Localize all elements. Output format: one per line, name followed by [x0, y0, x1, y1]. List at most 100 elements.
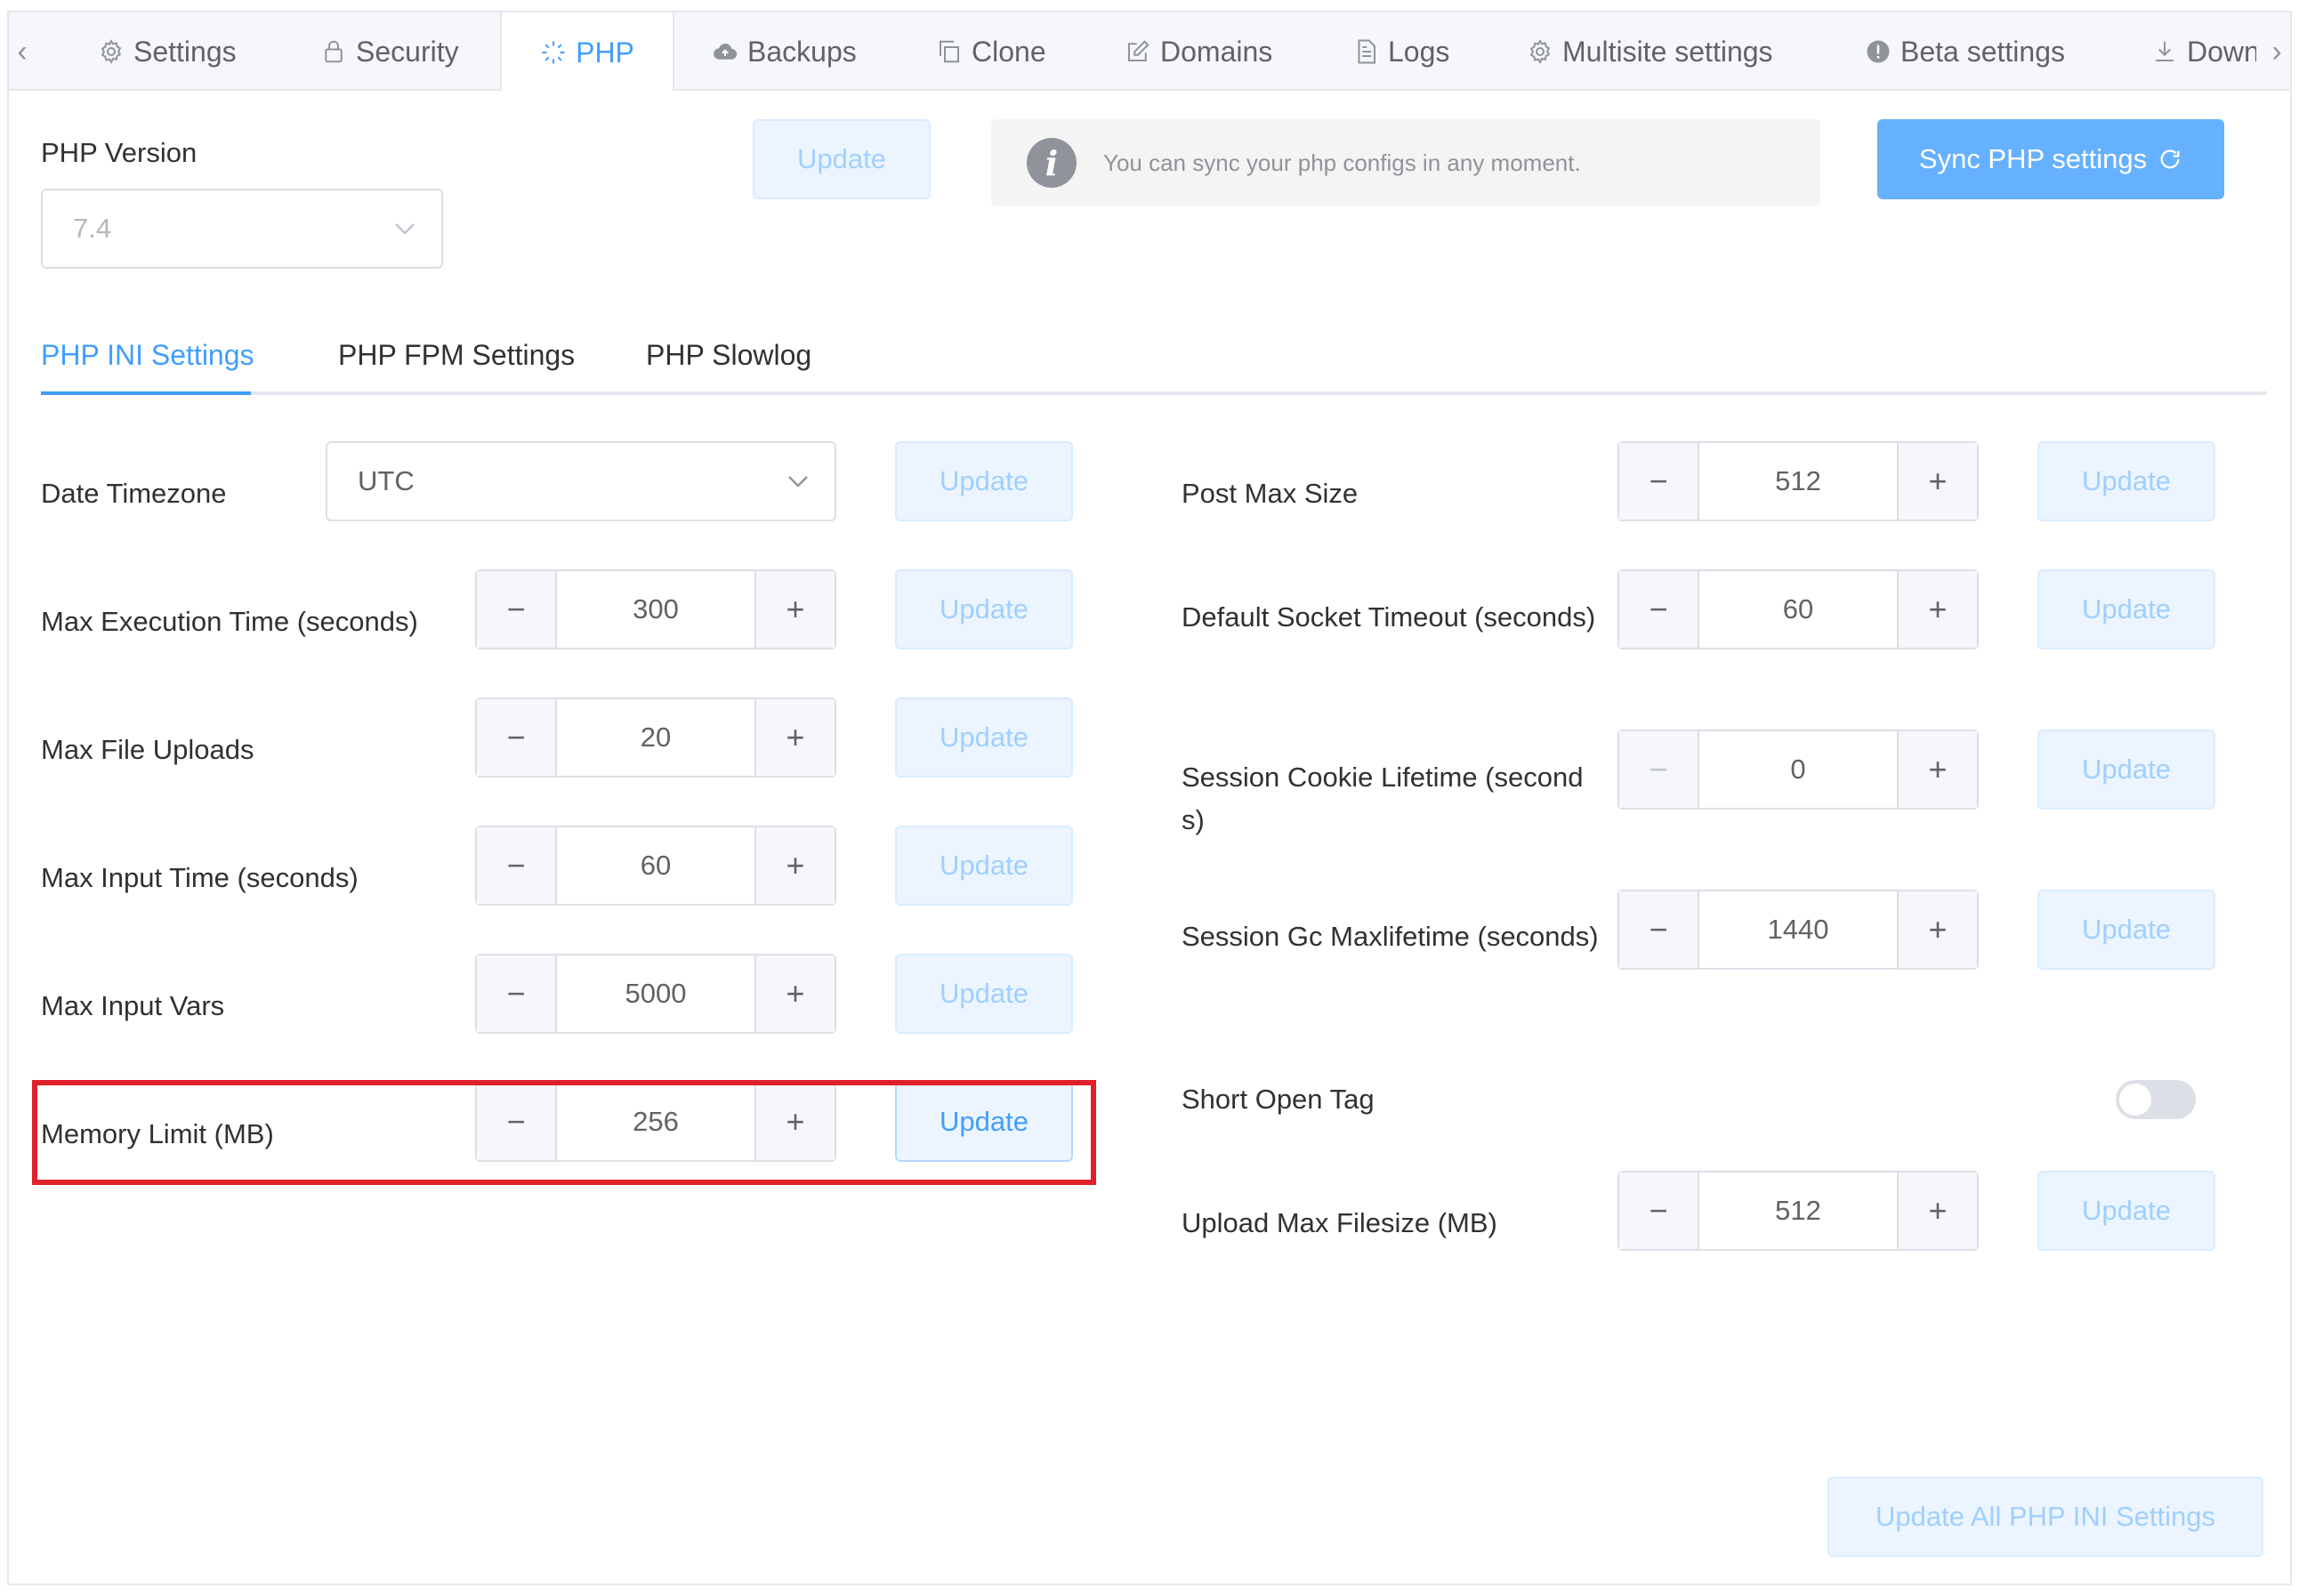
sync-button-label: Sync PHP settings: [1918, 143, 2148, 174]
date-timezone-select[interactable]: UTC: [326, 441, 836, 521]
php-version-value: 7.4: [73, 213, 112, 244]
php-version-label: PHP Version: [41, 137, 198, 168]
increment-button[interactable]: +: [1897, 891, 1977, 968]
tabs-scroll-right-icon[interactable]: ›: [2263, 12, 2290, 91]
sync-php-settings-button[interactable]: Sync PHP settings: [1877, 119, 2224, 199]
tab-security[interactable]: Security: [320, 12, 459, 91]
date-timezone-label: Date Timezone: [41, 478, 227, 509]
refresh-icon: [2160, 149, 2180, 169]
tab-label: Security: [356, 35, 459, 68]
stepper-value[interactable]: 5000: [557, 955, 754, 1032]
lock-icon: [325, 40, 343, 63]
stepper-value[interactable]: 512: [1699, 1173, 1897, 1249]
increment-button[interactable]: +: [754, 827, 835, 904]
memory-limit-stepper: − 256 +: [475, 1082, 836, 1162]
default-socket-timeout-update-button: Update: [2037, 569, 2215, 649]
decrement-button[interactable]: −: [1619, 443, 1699, 520]
upload-max-filesize-label: Upload Max Filesize (MB): [1182, 1207, 1497, 1238]
short-open-tag-label: Short Open Tag: [1182, 1084, 1375, 1115]
tab-beta-settings[interactable]: Beta settings: [1865, 12, 2065, 91]
max-execution-time-update-button: Update: [895, 569, 1073, 649]
tab-label: Clone: [972, 35, 1046, 68]
stepper-value[interactable]: 1440: [1699, 891, 1897, 968]
increment-button[interactable]: +: [754, 955, 835, 1032]
session-cookie-lifetime-label: Session Cookie Lifetime (seconds): [1182, 762, 1584, 835]
subtab-php-slowlog[interactable]: PHP Slowlog: [646, 315, 811, 395]
php-sub-tabs: PHP INI Settings PHP FPM Settings PHP Sl…: [41, 315, 2267, 395]
post-max-size-label: Post Max Size: [1182, 478, 1359, 509]
date-timezone-update-button: Update: [895, 441, 1073, 521]
active-subtab-indicator: [41, 391, 251, 395]
subtab-php-fpm-settings[interactable]: PHP FPM Settings: [338, 315, 575, 395]
short-open-tag-switch[interactable]: [2116, 1080, 2196, 1119]
tab-download[interactable]: Down: [2151, 12, 2256, 91]
post-max-size-update-button: Update: [2037, 441, 2215, 521]
tab-label: Beta settings: [1900, 35, 2065, 68]
tab-label: Down: [2187, 35, 2256, 68]
stepper-value[interactable]: 0: [1699, 731, 1897, 808]
increment-button[interactable]: +: [754, 1084, 835, 1160]
tab-domains[interactable]: Domains: [1125, 12, 1272, 91]
decrement-button[interactable]: −: [1619, 891, 1699, 968]
tab-php[interactable]: PHP: [500, 12, 674, 91]
copy-icon: [940, 40, 959, 63]
stepper-value[interactable]: 60: [557, 827, 754, 904]
decrement-button[interactable]: −: [1619, 571, 1699, 648]
memory-limit-update-button[interactable]: Update: [895, 1082, 1073, 1162]
max-execution-time-stepper: − 300 +: [475, 569, 836, 649]
chevron-down-icon: [395, 223, 415, 235]
gear-icon: [101, 39, 122, 64]
sync-info-alert: i You can sync your php configs in any m…: [991, 119, 1820, 206]
tab-clone[interactable]: Clone: [936, 12, 1046, 91]
session-cookie-lifetime-update-button: Update: [2037, 729, 2215, 810]
increment-button[interactable]: +: [1897, 1173, 1977, 1249]
memory-limit-label: Memory Limit (MB): [41, 1118, 274, 1149]
tab-label: Multisite settings: [1562, 35, 1773, 68]
decrement-button[interactable]: −: [477, 699, 557, 776]
top-tab-bar: ‹ Settings Security PHP Backups Clone Do…: [9, 12, 2290, 91]
tab-logs[interactable]: Logs: [1352, 12, 1449, 91]
tabs-scroll-left-icon[interactable]: ‹: [9, 12, 36, 91]
php-version-select: 7.4: [41, 189, 443, 269]
max-input-time-label: Max Input Time (seconds): [41, 862, 359, 893]
max-input-vars-stepper: − 5000 +: [475, 954, 836, 1034]
chevron-down-icon: [788, 476, 808, 488]
decrement-button[interactable]: −: [1619, 1173, 1699, 1249]
increment-button[interactable]: +: [1897, 731, 1977, 808]
tab-label: Settings: [133, 35, 237, 68]
tab-label: Logs: [1388, 35, 1450, 68]
tab-settings[interactable]: Settings: [98, 12, 237, 91]
max-file-uploads-stepper: − 20 +: [475, 697, 836, 778]
document-icon: [1358, 39, 1375, 64]
stepper-value[interactable]: 60: [1699, 571, 1897, 648]
decrement-button[interactable]: −: [477, 571, 557, 648]
gear-icon: [1529, 39, 1551, 64]
decrement-button[interactable]: −: [477, 827, 557, 904]
session-gc-maxlifetime-label: Session Gc Maxlifetime (seconds): [1182, 921, 1599, 952]
default-socket-timeout-label: Default Socket Timeout (seconds): [1182, 601, 1596, 633]
decrement-button[interactable]: −: [477, 1084, 557, 1160]
subtab-php-ini-settings[interactable]: PHP INI Settings: [41, 315, 254, 395]
max-execution-time-label: Max Execution Time (seconds): [41, 606, 418, 637]
increment-button[interactable]: +: [1897, 571, 1977, 648]
increment-button[interactable]: +: [754, 699, 835, 776]
upload-max-filesize-update-button: Update: [2037, 1171, 2215, 1251]
tab-multisite-settings[interactable]: Multisite settings: [1527, 12, 1773, 91]
stepper-value[interactable]: 300: [557, 571, 754, 648]
spinner-icon: [542, 41, 565, 64]
session-gc-maxlifetime-update-button: Update: [2037, 890, 2215, 970]
max-input-vars-label: Max Input Vars: [41, 990, 225, 1021]
tab-label: Domains: [1160, 35, 1273, 68]
max-input-time-stepper: − 60 +: [475, 826, 836, 906]
default-socket-timeout-stepper: − 60 +: [1617, 569, 1979, 649]
post-max-size-stepper: − 512 +: [1617, 441, 1979, 521]
stepper-value[interactable]: 20: [557, 699, 754, 776]
increment-button[interactable]: +: [754, 571, 835, 648]
stepper-value[interactable]: 256: [557, 1084, 754, 1160]
decrement-button[interactable]: −: [477, 955, 557, 1032]
max-input-time-update-button: Update: [895, 826, 1073, 906]
tab-backups[interactable]: Backups: [712, 12, 857, 91]
increment-button[interactable]: +: [1897, 443, 1977, 520]
stepper-value[interactable]: 512: [1699, 443, 1897, 520]
warning-icon: [1867, 40, 1890, 63]
